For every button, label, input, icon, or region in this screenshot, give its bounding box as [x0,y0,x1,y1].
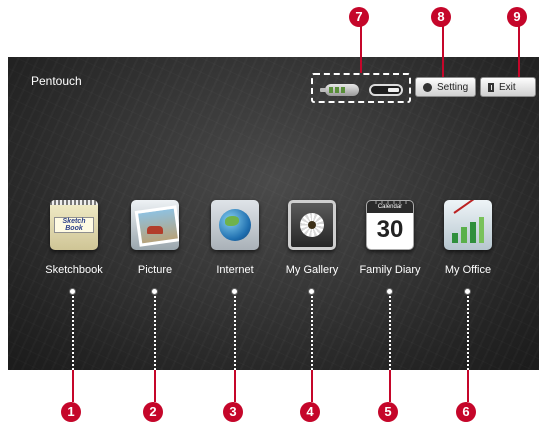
dongle-icon [369,84,403,96]
pentouch-screen: Pentouch Setting Exit Sketch Book Sketch… [8,57,539,370]
app-family-diary[interactable]: Calendar 30 Family Diary [352,200,428,276]
sketchbook-tile-text: Sketch Book [54,217,94,233]
callout-leader [311,292,313,370]
callout-number: 3 [223,402,243,422]
gear-icon [423,82,432,92]
app-internet[interactable]: Internet [197,200,273,276]
app-label: Sketchbook [45,264,103,276]
callout-leader [72,370,74,402]
callout-number: 4 [300,402,320,422]
callout-leader [72,292,74,370]
globe-icon [211,200,259,250]
chart-icon [444,200,492,250]
exit-button[interactable]: Exit [480,77,536,97]
callout-leader [154,370,156,402]
app-label: Internet [216,264,254,276]
setting-label: Setting [437,81,469,93]
callout-leader [518,26,520,77]
callout-leader [311,370,313,402]
app-label: My Office [444,264,492,276]
callout-dot [386,288,393,295]
callout-leader [234,292,236,370]
callout-leader [442,26,444,77]
calendar-date: 30 [376,216,404,243]
app-sketchbook[interactable]: Sketch Book Sketchbook [36,200,112,276]
callout-number: 6 [456,402,476,422]
app-label: Family Diary [359,264,421,276]
battery-icon [320,84,359,96]
callout-number: 5 [378,402,398,422]
callout-dot [231,288,238,295]
calendar-header: Calendar [367,201,413,213]
app-my-office[interactable]: My Office [430,200,506,276]
app-label: My Gallery [285,264,339,276]
setting-button[interactable]: Setting [415,77,476,97]
callout-number: 2 [143,402,163,422]
callout-leader [234,370,236,402]
callout-number: 9 [507,7,527,27]
picture-icon [131,200,179,250]
exit-label: Exit [499,81,516,93]
callout-leader [467,292,469,370]
flower-photo-icon [288,200,336,250]
callout-leader [360,26,362,73]
calendar-icon: Calendar 30 [366,200,414,250]
callout-dot [308,288,315,295]
callout-dot [151,288,158,295]
callout-leader [389,292,391,370]
callout-leader [467,370,469,402]
app-picture[interactable]: Picture [117,200,193,276]
callout-leader [154,292,156,370]
status-indicators [311,73,411,103]
app-title: Pentouch [31,74,82,88]
callout-number: 1 [61,402,81,422]
app-label: Picture [137,264,173,276]
app-my-gallery[interactable]: My Gallery [274,200,350,276]
callout-leader [389,370,391,402]
sketchbook-icon: Sketch Book [50,200,98,250]
exit-icon [488,82,494,92]
callout-number: 8 [431,7,451,27]
callout-dot [69,288,76,295]
callout-number: 7 [349,7,369,27]
callout-dot [464,288,471,295]
